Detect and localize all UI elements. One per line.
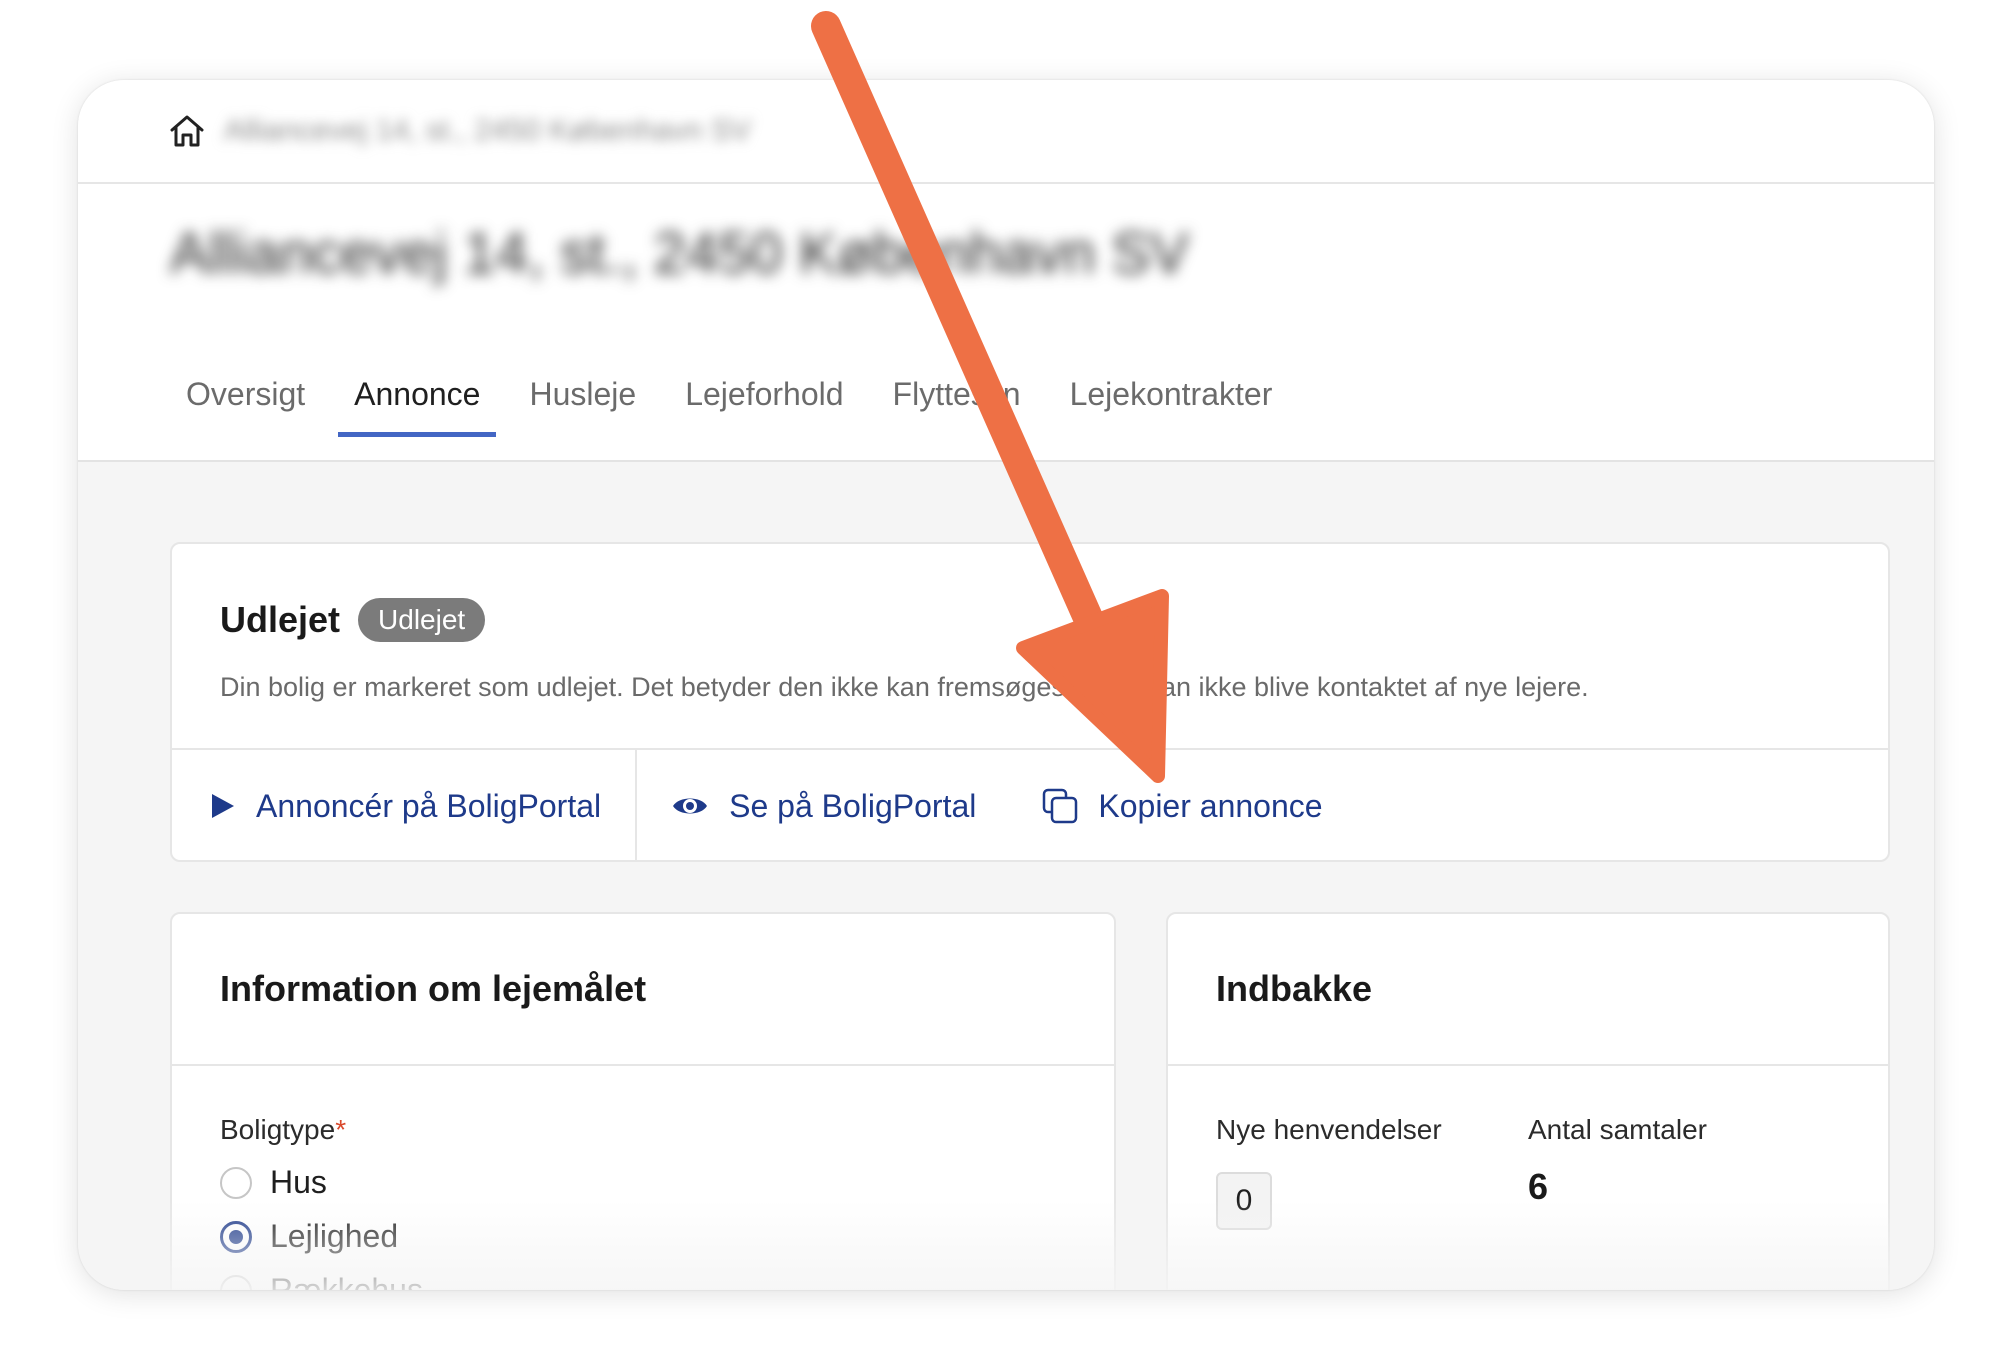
conversations-label: Antal samtaler <box>1528 1114 1707 1145</box>
inbox-card-title: Indbakke <box>1216 968 1373 1009</box>
status-badge: Udlejet <box>358 598 486 642</box>
radio-checked[interactable] <box>220 1220 252 1253</box>
view-label: Se på BoligPortal <box>729 787 977 824</box>
new-inquiries-count[interactable]: 0 <box>1216 1172 1272 1230</box>
radio-option-raekkehus[interactable]: Rækkehus <box>220 1272 423 1290</box>
tab-oversigt[interactable]: Oversigt <box>170 366 321 435</box>
radio-option-hus[interactable]: Hus <box>220 1164 327 1201</box>
advertise-button[interactable]: Annoncér på BoligPortal <box>172 750 638 862</box>
view-button[interactable]: Se på BoligPortal <box>671 788 976 825</box>
breadcrumb: Alliancevej 14, st., 2450 København SV <box>78 80 1934 184</box>
conversations-count: 6 <box>1528 1166 1549 1207</box>
status-actions: Annoncér på BoligPortal Se på BoligPorta… <box>172 748 1888 862</box>
inbox-card-header: Indbakke <box>1168 914 1888 1066</box>
app-window: Alliancevej 14, st., 2450 København SV A… <box>78 80 1934 1290</box>
inbox-card: Indbakke Nye henvendelser 0 Antal samtal… <box>1166 912 1890 1290</box>
status-description: Din bolig er markeret som udlejet. Det b… <box>220 672 1589 702</box>
new-inquiries-label: Nye henvendelser <box>1216 1114 1442 1145</box>
tab-annonce[interactable]: Annonce <box>338 366 497 437</box>
radio-option-lejlighed[interactable]: Lejlighed <box>220 1218 398 1255</box>
tab-lejekontrakter[interactable]: Lejekontrakter <box>1054 366 1289 435</box>
radio-label: Lejlighed <box>270 1218 399 1254</box>
home-icon[interactable] <box>168 112 206 150</box>
radio-unchecked[interactable] <box>220 1274 252 1290</box>
tab-husleje[interactable]: Husleje <box>513 366 652 435</box>
copy-icon <box>1043 788 1078 824</box>
tab-lejeforhold[interactable]: Lejeforhold <box>669 366 859 435</box>
info-card-header: Information om lejemålet <box>172 914 1114 1066</box>
page-title: Alliancevej 14, st., 2450 København SV <box>170 221 1189 286</box>
info-card-title: Information om lejemålet <box>220 968 647 1009</box>
boligtype-label-text: Boligtype <box>220 1114 336 1145</box>
status-title: Udlejet <box>220 599 341 640</box>
boligtype-label: Boligtype* <box>220 1114 346 1146</box>
play-icon <box>212 794 234 818</box>
required-mark: * <box>335 1114 347 1145</box>
radio-label: Rækkehus <box>270 1272 423 1290</box>
info-card: Information om lejemålet Boligtype* Hus … <box>170 912 1116 1290</box>
advertise-label: Annoncér på BoligPortal <box>256 787 602 824</box>
tab-bar: Oversigt Annonce Husleje Lejeforhold Fly… <box>170 366 1305 437</box>
copy-button[interactable]: Kopier annonce <box>1042 787 1323 825</box>
copy-label: Kopier annonce <box>1098 787 1323 824</box>
breadcrumb-address[interactable]: Alliancevej 14, st., 2450 København SV <box>224 114 751 148</box>
radio-label: Hus <box>270 1164 327 1200</box>
radio-unchecked[interactable] <box>220 1166 252 1199</box>
status-card: Udlejet Udlejet Din bolig er markeret so… <box>170 542 1890 862</box>
eye-icon <box>673 798 708 814</box>
tab-flyttesyn[interactable]: Flyttesyn <box>877 366 1037 435</box>
